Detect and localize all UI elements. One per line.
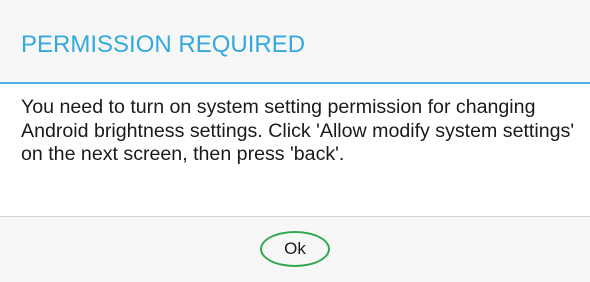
ok-button[interactable]: Ok <box>260 231 330 267</box>
dialog-header: PERMISSION REQUIRED <box>0 0 590 82</box>
permission-dialog: PERMISSION REQUIRED You need to turn on … <box>0 0 590 282</box>
dialog-message: You need to turn on system setting permi… <box>21 96 575 165</box>
dialog-body: You need to turn on system setting permi… <box>0 84 590 216</box>
dialog-title: PERMISSION REQUIRED <box>21 31 306 58</box>
dialog-footer: Ok <box>0 217 590 282</box>
